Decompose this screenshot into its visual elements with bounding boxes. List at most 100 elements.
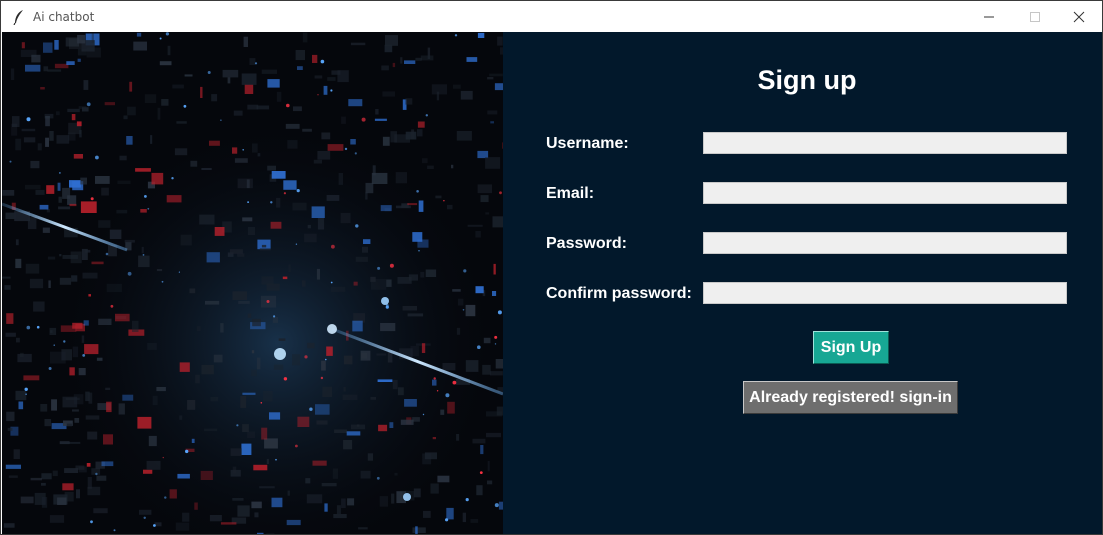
hero-texture-block [200, 86, 203, 98]
hero-texture-block [375, 109, 379, 115]
hero-texture-block [257, 153, 261, 157]
hero-texture-block [343, 387, 346, 392]
hero-light-dot [304, 355, 308, 359]
close-button[interactable] [1056, 2, 1102, 32]
hero-texture-block [45, 116, 50, 127]
hero-texture-block [62, 483, 74, 491]
signup-button[interactable]: Sign Up [813, 331, 889, 364]
hero-texture-block [490, 371, 503, 376]
hero-light-dot [82, 354, 86, 357]
hero-texture-block [287, 140, 298, 149]
hero-texture-block [311, 206, 325, 218]
hero-texture-block [101, 461, 114, 467]
hero-texture-block [492, 216, 503, 228]
hero-texture-block [476, 485, 483, 496]
hero-texture-block [8, 475, 18, 478]
hero-texture-block [83, 80, 89, 90]
hero-texture-block [314, 75, 323, 79]
hero-texture-block [67, 108, 80, 113]
hero-texture-block [65, 37, 79, 47]
email-field[interactable] [703, 182, 1067, 204]
hero-light-dot [477, 345, 481, 350]
hero-light-dot [153, 524, 156, 527]
hero-texture-block [58, 206, 71, 210]
hero-texture-block [415, 526, 418, 534]
maximize-button[interactable] [1012, 2, 1058, 32]
hero-texture-block [96, 357, 103, 361]
hero-texture-block [91, 33, 94, 43]
username-field[interactable] [703, 132, 1067, 154]
hero-texture-block [407, 203, 418, 206]
hero-texture-block [322, 386, 333, 397]
hero-texture-block [10, 68, 15, 80]
hero-texture-block [382, 136, 390, 146]
hero-light-dot [144, 195, 147, 198]
hero-texture-block [30, 477, 42, 481]
hero-texture-block [292, 354, 301, 366]
hero-texture-block [251, 501, 262, 509]
hero-texture-block [261, 244, 267, 248]
hero-texture-block [41, 482, 46, 486]
hero-texture-block [247, 104, 259, 110]
hero-texture-block [382, 91, 395, 97]
hero-texture-block [35, 189, 45, 195]
minimize-button[interactable] [966, 2, 1012, 32]
hero-light-dot [325, 358, 327, 361]
hero-light-dot [376, 476, 380, 480]
hero-texture-block [206, 252, 220, 263]
hero-light-dot [463, 269, 467, 273]
hero-texture-block [417, 121, 425, 128]
hero-light-dot [260, 402, 263, 404]
hero-texture-block [293, 106, 302, 112]
hero-texture-block [16, 337, 20, 343]
hero-texture-block [214, 227, 225, 236]
hero-texture-block [417, 129, 423, 137]
hero-light-dot [247, 201, 250, 204]
hero-texture-block [25, 184, 41, 190]
hero-light-dot [320, 376, 324, 380]
hero-texture-block [271, 497, 283, 508]
hero-texture-block [143, 469, 153, 474]
hero-texture-block [400, 57, 403, 64]
hero-texture-block [424, 452, 437, 460]
hero-texture-block [297, 66, 303, 70]
hero-texture-block [132, 320, 139, 332]
hero-texture-block [480, 445, 484, 455]
signin-button[interactable]: Already registered! sign-in [743, 381, 958, 414]
hero-texture-block [71, 275, 78, 282]
hero-texture-block [442, 363, 456, 371]
hero-texture-block [287, 490, 290, 496]
hero-texture-block [167, 45, 171, 56]
hero-light-dot [344, 147, 348, 151]
hero-texture-block [69, 203, 77, 207]
hero-texture-block [269, 412, 281, 420]
hero-texture-block [72, 322, 83, 329]
hero-texture-block [117, 180, 131, 184]
hero-texture-block [75, 465, 85, 470]
hero-texture-block [432, 379, 437, 386]
hero-texture-block [452, 289, 461, 292]
hero-texture-block [241, 443, 252, 455]
hero-texture-block [379, 496, 388, 507]
title-bar[interactable]: Ai chatbot [2, 2, 1102, 32]
hero-texture-block [360, 470, 371, 479]
password-field[interactable] [703, 232, 1067, 254]
hero-light-dot [317, 94, 319, 96]
hero-texture-block [343, 355, 353, 365]
hero-texture-block [68, 441, 81, 444]
hero-light-dot [330, 89, 333, 92]
hero-texture-block [410, 345, 419, 357]
hero-texture-block [15, 258, 22, 269]
hero-texture-block [229, 249, 243, 254]
hero-texture-block [179, 362, 190, 372]
hero-texture-block [204, 428, 218, 432]
hero-texture-block [390, 131, 397, 143]
confirm-password-label: Confirm password: [546, 285, 692, 302]
hero-texture-block [336, 505, 341, 515]
hero-texture-block [3, 523, 15, 528]
hero-light-dot [242, 149, 244, 151]
page-title: Sign up [757, 65, 857, 95]
hero-texture-block [237, 253, 245, 257]
hero-texture-block [169, 489, 177, 499]
confirm-password-field[interactable] [703, 282, 1067, 304]
